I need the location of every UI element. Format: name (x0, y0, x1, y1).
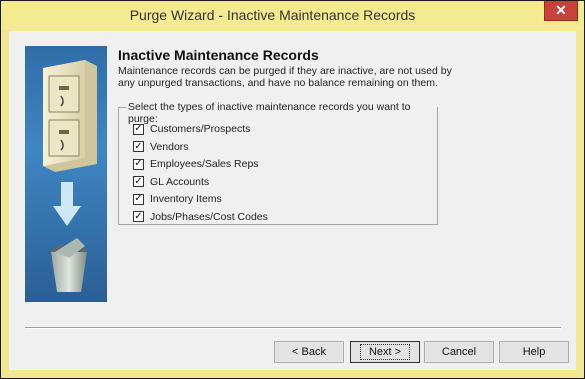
purge-wizard-window: Purge Wizard - Inactive Maintenance Reco… (0, 0, 585, 379)
checkbox-check-icon[interactable]: ✓ (133, 211, 144, 222)
close-button[interactable]: ✕ (544, 1, 578, 21)
file-cabinet-trash-icon (43, 60, 97, 292)
checkbox-check-icon[interactable]: ✓ (133, 123, 144, 135)
checkbox-label: Inventory Items (150, 193, 222, 205)
button-separator (25, 327, 561, 329)
close-icon: ✕ (555, 2, 567, 18)
checkbox-gl-accounts[interactable]: ✓ GL Accounts (133, 175, 209, 189)
checkbox-check-icon[interactable]: ✓ (133, 193, 144, 205)
checkbox-label: Customers/Prospects (150, 123, 251, 135)
record-types-group: Select the types of inactive maintenance… (118, 101, 438, 225)
checkbox-label: Vendors (150, 140, 189, 153)
cancel-button[interactable]: Cancel (424, 341, 494, 363)
checkbox-check-icon[interactable]: ✓ (133, 176, 144, 187)
title-bar[interactable]: Purge Wizard - Inactive Maintenance Reco… (1, 1, 584, 30)
checkbox-check-icon[interactable]: ✓ (133, 141, 144, 152)
back-button[interactable]: < Back (274, 341, 344, 363)
checkbox-label: Employees/Sales Reps (150, 158, 259, 170)
checkbox-customers-prospects[interactable]: ✓ Customers/Prospects (133, 122, 250, 136)
wizard-illustration (25, 46, 107, 302)
help-button[interactable]: Help (499, 341, 569, 363)
page-heading: Inactive Maintenance Records (118, 47, 319, 63)
next-button[interactable]: Next > (350, 341, 420, 363)
checkbox-inventory-items[interactable]: ✓ Inventory Items (133, 192, 222, 206)
next-button-label: Next > (359, 344, 411, 360)
checkbox-employees-sales-reps[interactable]: ✓ Employees/Sales Reps (133, 157, 259, 171)
page-description: Maintenance records can be purged if the… (118, 65, 452, 89)
wizard-body: Inactive Maintenance Records Maintenance… (9, 31, 576, 370)
window-title: Purge Wizard - Inactive Maintenance Reco… (129, 7, 416, 23)
checkbox-check-icon[interactable]: ✓ (133, 158, 144, 170)
checkbox-label: GL Accounts (150, 175, 210, 188)
checkbox-label: Jobs/Phases/Cost Codes (150, 210, 268, 223)
checkbox-vendors[interactable]: ✓ Vendors (133, 140, 189, 154)
checkbox-jobs-phases-cost-codes[interactable]: ✓ Jobs/Phases/Cost Codes (133, 210, 268, 224)
